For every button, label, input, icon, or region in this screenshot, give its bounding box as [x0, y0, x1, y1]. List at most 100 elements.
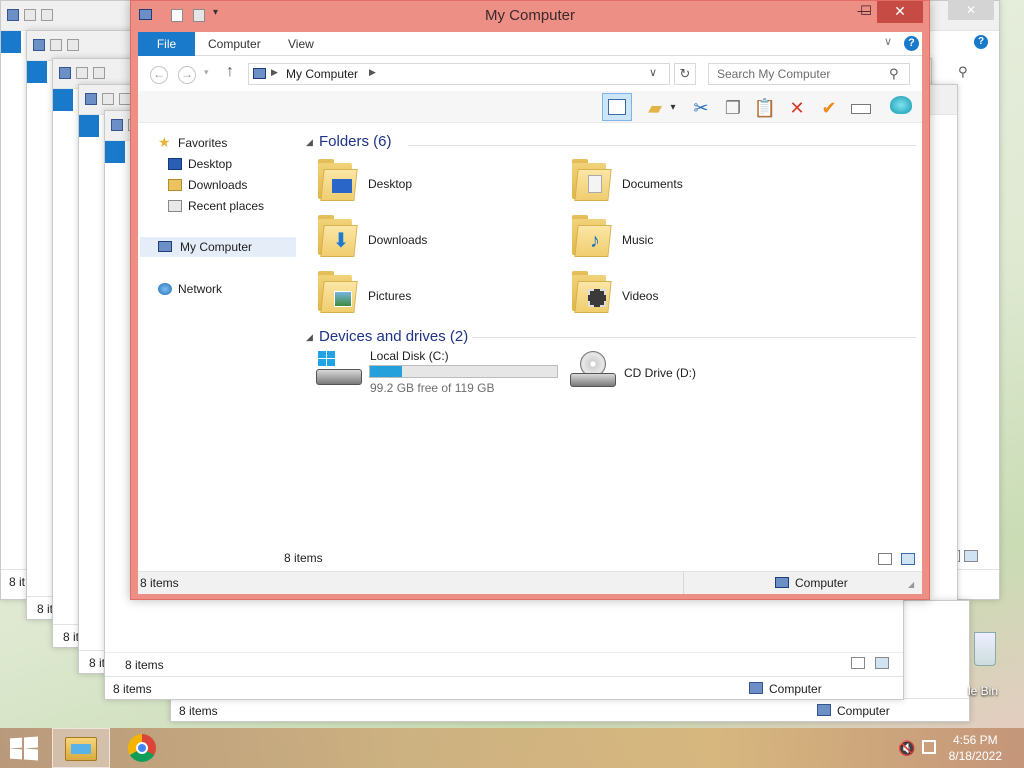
checkmark-folder-icon: ▰: [648, 98, 662, 118]
folder-videos[interactable]: Videos: [570, 271, 810, 319]
cut-button[interactable]: ✂: [688, 95, 714, 121]
quick-access-toolbar: [7, 9, 67, 23]
shell-button[interactable]: [888, 95, 914, 121]
folder-documents[interactable]: Documents: [570, 159, 810, 207]
refresh-button[interactable]: ↻: [674, 63, 696, 85]
properties-dropdown[interactable]: ▾: [666, 95, 680, 121]
status-bar: 8 items Computer: [171, 698, 969, 721]
clock-time: 4:56 PM: [952, 733, 998, 747]
breadcrumb-chevron-icon[interactable]: ▶: [369, 67, 376, 78]
drive-d-label: CD Drive (D:): [624, 366, 696, 380]
delete-button[interactable]: ✕: [784, 95, 810, 121]
computer-icon: [749, 682, 763, 694]
desktop-folder-icon: [316, 159, 358, 201]
collapse-folders-icon[interactable]: ◢: [306, 137, 313, 148]
checkmark-icon: ✔: [821, 98, 837, 118]
folder-music[interactable]: ♪ Music: [570, 215, 810, 263]
taskbar-clock[interactable]: 4:56 PM 8/18/2022: [949, 732, 1002, 764]
recycle-bin[interactable]: le Bin: [966, 628, 1022, 702]
large-icons-view-icon: [875, 657, 889, 669]
title-bar[interactable]: ▾ My Computer — ☐ ✕: [131, 1, 929, 32]
drive-local-disk-c[interactable]: Local Disk (C:) 99.2 GB free of 119 GB: [316, 349, 566, 401]
taskbar-file-explorer[interactable]: [52, 728, 110, 768]
up-button[interactable]: ↑: [226, 63, 234, 81]
recycle-bin-label: le Bin: [968, 684, 999, 698]
command-toolbar: ▰ ▾ ✂ ❐ 📋 ✕ ✔: [138, 91, 922, 123]
clock-date: 8/18/2022: [948, 749, 1002, 763]
nav-favorites-label: Favorites: [178, 136, 228, 150]
scissors-icon: ✂: [693, 98, 709, 118]
file-tab: [1, 31, 21, 53]
network-status-icon[interactable]: [922, 740, 936, 754]
computer-icon: [158, 241, 172, 252]
address-bar[interactable]: ▶ My Computer ▶ ∨: [248, 63, 670, 85]
recent-locations-dropdown[interactable]: ▾: [204, 67, 209, 78]
recycle-bin-icon: [974, 632, 996, 666]
back-button[interactable]: ←: [150, 66, 168, 84]
help-icon[interactable]: ?: [904, 36, 919, 51]
downloads-folder-icon: [168, 179, 182, 191]
quick-access-toolbar: [59, 67, 119, 81]
items-count-short: 8 it: [63, 630, 80, 644]
search-icon: ⚲: [889, 66, 899, 81]
resize-grip-icon[interactable]: ◢: [908, 580, 914, 589]
rename-field-button[interactable]: [848, 95, 874, 121]
large-icons-view-button[interactable]: [901, 553, 915, 565]
copy-button[interactable]: ❐: [720, 95, 746, 121]
layout-pane-icon: [608, 99, 626, 115]
navigation-pane-button[interactable]: [602, 93, 632, 121]
items-count: 8 items: [125, 658, 164, 672]
bg-window-search-icon: ⚲: [958, 64, 968, 79]
hard-drive-icon: [316, 349, 364, 389]
network-globe-icon: [158, 283, 172, 295]
file-tab: [79, 115, 99, 137]
window-title: My Computer: [484, 7, 576, 24]
details-view-button[interactable]: [878, 553, 892, 565]
close-button[interactable]: ✕: [877, 1, 923, 23]
start-button[interactable]: [0, 728, 56, 768]
nav-my-computer[interactable]: My Computer: [140, 237, 296, 257]
expand-ribbon-icon[interactable]: ∨: [884, 35, 892, 48]
quick-access-toolbar: [33, 39, 93, 53]
status-location: Computer: [837, 704, 890, 718]
cd-drive-icon: [570, 349, 618, 389]
folders-group-header[interactable]: Folders (6): [319, 133, 392, 150]
navigation-pane: ★ Favorites Desktop Downloads Recent pla…: [138, 123, 298, 563]
breadcrumb-separator-icon[interactable]: ▶: [271, 67, 278, 78]
close-icon: ✕: [894, 3, 906, 19]
tab-view[interactable]: View: [288, 37, 314, 51]
drives-group-header[interactable]: Devices and drives (2): [319, 328, 468, 345]
items-count-short: 8 it: [37, 602, 54, 616]
drive-c-usage-bar: [369, 365, 558, 378]
refresh-icon: ↻: [679, 66, 691, 81]
breadcrumb-my-computer[interactable]: My Computer: [286, 67, 358, 81]
pictures-folder-icon: [316, 271, 358, 313]
collapse-drives-icon[interactable]: ◢: [306, 332, 313, 343]
volume-muted-icon[interactable]: 🔇: [898, 740, 915, 757]
properties-button[interactable]: ▰: [642, 95, 668, 121]
computer-icon: [775, 577, 789, 588]
desktop-icon: [168, 158, 182, 170]
tab-computer[interactable]: Computer: [208, 37, 261, 51]
address-dropdown-icon[interactable]: ∨: [649, 66, 657, 79]
details-view-icon: [851, 657, 865, 669]
search-input[interactable]: Search My Computer ⚲: [708, 63, 910, 85]
folder-downloads[interactable]: ⬇ Downloads: [316, 215, 556, 263]
content-pane: ◢ Folders (6) Desktop Documents ⬇ Downlo…: [284, 123, 916, 565]
folder-desktop[interactable]: Desktop: [316, 159, 556, 207]
nav-network-label: Network: [178, 282, 223, 296]
nav-my-computer-label: My Computer: [180, 240, 253, 254]
items-count: 8 items: [113, 682, 152, 696]
tab-file[interactable]: File: [138, 32, 195, 56]
folder-pictures[interactable]: Pictures: [316, 271, 556, 319]
rename-icon: [851, 104, 871, 114]
taskbar-chrome[interactable]: [114, 728, 170, 768]
forward-button[interactable]: →: [178, 66, 196, 84]
search-placeholder: Search My Computer: [717, 67, 831, 81]
folders-divider: [408, 145, 916, 146]
rename-button[interactable]: ✔: [816, 95, 842, 121]
my-computer-window[interactable]: ▾ My Computer — ☐ ✕ File Computer View ∨…: [130, 0, 930, 600]
paste-button[interactable]: 📋: [752, 95, 778, 121]
drive-cd-d[interactable]: CD Drive (D:): [570, 349, 810, 401]
help-glyph: ?: [908, 37, 915, 49]
